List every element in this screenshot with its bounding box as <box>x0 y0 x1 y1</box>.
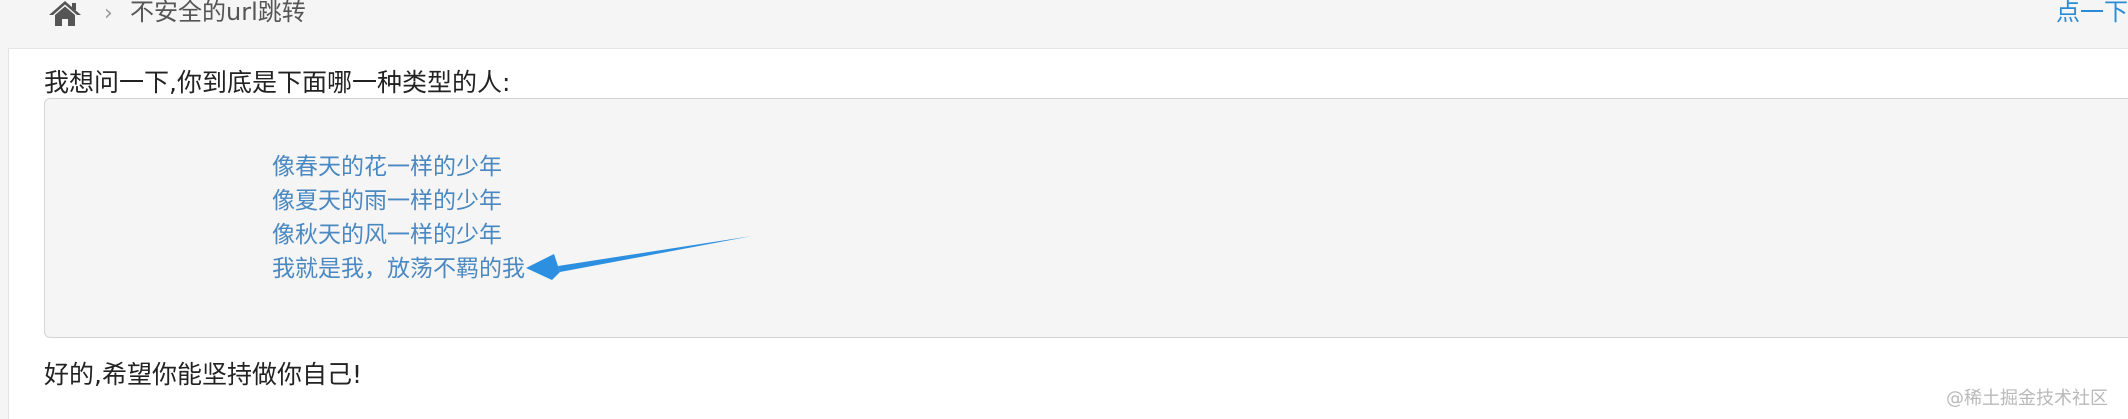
breadcrumb-current: 不安全的url跳转 <box>130 0 306 26</box>
arrow-annotation <box>526 236 752 280</box>
left-gutter <box>0 0 9 419</box>
breadcrumb-separator: › <box>104 1 113 26</box>
option-link-myself[interactable]: 我就是我，放荡不羁的我 <box>272 254 525 284</box>
page: › 不安全的url跳转 点一下 我想问一下,你到底是下面哪一种类型的人: 像春天… <box>0 0 2128 419</box>
option-link-spring[interactable]: 像春天的花一样的少年 <box>272 152 502 182</box>
reply-text: 好的,希望你能坚持做你自己! <box>44 360 362 389</box>
top-right-link[interactable]: 点一下 <box>2056 0 2128 26</box>
option-link-autumn[interactable]: 像秋天的风一样的少年 <box>272 220 502 250</box>
option-link-summer[interactable]: 像夏天的雨一样的少年 <box>272 186 502 216</box>
home-icon[interactable] <box>48 0 82 28</box>
breadcrumb: › 不安全的url跳转 点一下 <box>8 0 2128 49</box>
watermark: @稀土掘金技术社区 <box>1946 388 2108 409</box>
answer-panel <box>44 98 2128 338</box>
question-text: 我想问一下,你到底是下面哪一种类型的人: <box>44 68 511 97</box>
